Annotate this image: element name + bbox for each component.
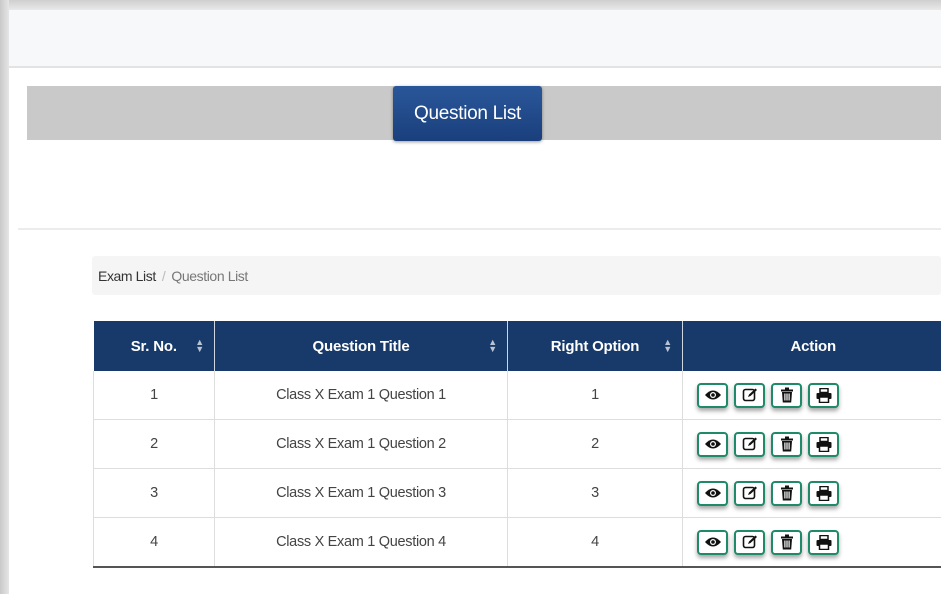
column-header-label: Question Title: [312, 337, 410, 355]
cell-sr-no: 3: [93, 468, 215, 518]
cell-actions: [682, 371, 941, 420]
cell-sr-no: 2: [93, 419, 215, 469]
breadcrumb-current: Question List: [171, 267, 248, 284]
edit-button[interactable]: [734, 480, 765, 506]
edit-icon: [742, 437, 757, 451]
window-frame-top: [0, 0, 941, 10]
column-header-label: Sr. No.: [130, 337, 177, 355]
edit-button[interactable]: [734, 382, 765, 408]
table-row: 2 Class X Exam 1 Question 2 2: [93, 419, 941, 469]
table-row: 3 Class X Exam 1 Question 3 3: [93, 468, 941, 518]
cell-actions: [682, 419, 941, 469]
print-button[interactable]: [808, 480, 839, 506]
breadcrumb-separator: /: [161, 267, 166, 284]
cell-right-option: 4: [507, 517, 683, 568]
print-button[interactable]: [808, 382, 839, 408]
sort-icon[interactable]: ▲ ▼: [195, 338, 204, 354]
table-row: 4 Class X Exam 1 Question 4 4: [93, 517, 941, 568]
edit-button[interactable]: [734, 529, 765, 555]
cell-question-title: Class X Exam 1 Question 1: [214, 371, 508, 420]
delete-button[interactable]: [771, 480, 802, 506]
print-button[interactable]: [808, 529, 839, 555]
cell-actions: [682, 517, 941, 568]
eye-icon: [704, 488, 721, 498]
view-button[interactable]: [697, 431, 728, 457]
view-button[interactable]: [697, 382, 728, 408]
trash-icon: [780, 534, 793, 550]
question-table: Sr. No. ▲ ▼ Question Title ▲ ▼ Right Optio…: [93, 321, 941, 568]
table-header-row: Sr. No. ▲ ▼ Question Title ▲ ▼ Right Optio…: [93, 321, 941, 371]
column-header-sr-no[interactable]: Sr. No. ▲ ▼: [93, 321, 215, 371]
cell-question-title: Class X Exam 1 Question 3: [214, 468, 508, 518]
edit-icon: [742, 535, 757, 549]
print-icon: [816, 534, 831, 550]
cell-right-option: 1: [507, 371, 683, 420]
view-button[interactable]: [697, 480, 728, 506]
top-nav-strip: [9, 10, 941, 68]
column-header-question-title[interactable]: Question Title ▲ ▼: [214, 321, 508, 371]
sort-icon[interactable]: ▲ ▼: [663, 338, 672, 354]
edit-icon: [742, 388, 757, 402]
eye-icon: [704, 390, 721, 400]
view-button[interactable]: [697, 529, 728, 555]
column-header-label: Action: [790, 337, 837, 355]
delete-button[interactable]: [771, 529, 802, 555]
cell-actions: [682, 468, 941, 518]
cell-right-option: 2: [507, 419, 683, 469]
trash-icon: [780, 387, 793, 403]
column-header-action: Action: [682, 321, 941, 371]
print-button[interactable]: [808, 431, 839, 457]
cell-sr-no: 1: [93, 371, 215, 420]
table-row: 1 Class X Exam 1 Question 1 1: [93, 371, 941, 420]
cell-question-title: Class X Exam 1 Question 4: [214, 517, 508, 568]
cell-right-option: 3: [507, 468, 683, 518]
breadcrumb: Exam List / Question List: [92, 256, 941, 295]
trash-icon: [780, 436, 793, 452]
eye-icon: [704, 537, 721, 547]
breadcrumb-exam-list-link[interactable]: Exam List: [98, 268, 156, 284]
delete-button[interactable]: [771, 382, 802, 408]
print-icon: [816, 436, 831, 452]
sort-icon[interactable]: ▲ ▼: [488, 338, 497, 354]
window-frame-left: [0, 0, 9, 594]
column-header-label: Right Option: [550, 337, 640, 355]
print-icon: [816, 485, 831, 501]
trash-icon: [780, 485, 793, 501]
section-divider: [18, 228, 941, 230]
cell-sr-no: 4: [93, 517, 215, 568]
edit-icon: [742, 486, 757, 500]
eye-icon: [704, 439, 721, 449]
print-icon: [816, 387, 831, 403]
edit-button[interactable]: [734, 431, 765, 457]
cell-question-title: Class X Exam 1 Question 2: [214, 419, 508, 469]
question-list-button[interactable]: Question List: [393, 86, 542, 141]
delete-button[interactable]: [771, 431, 802, 457]
column-header-right-option[interactable]: Right Option ▲ ▼: [507, 321, 683, 371]
